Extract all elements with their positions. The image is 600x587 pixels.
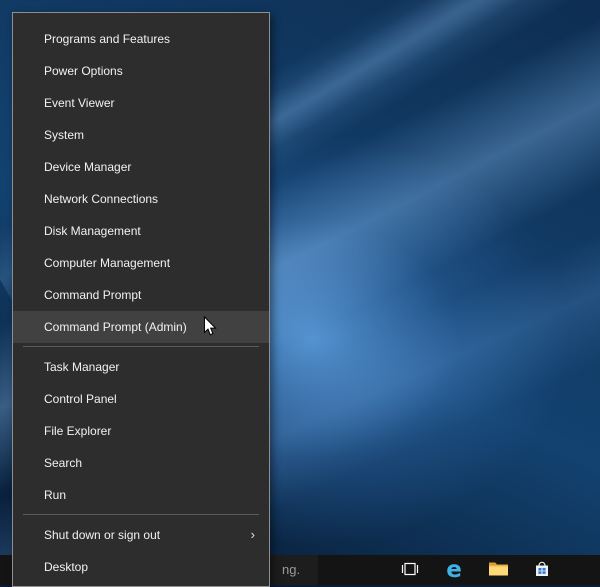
- edge-icon: e: [446, 556, 462, 583]
- menu-item-label: Device Manager: [44, 160, 132, 174]
- menu-item-label: Run: [44, 488, 67, 502]
- menu-item-label: Programs and Features: [44, 32, 171, 46]
- menu-item-label: Control Panel: [44, 392, 117, 406]
- menu-item-label: Computer Management: [44, 256, 171, 270]
- menu-item-file-explorer[interactable]: File Explorer: [13, 415, 269, 447]
- menu-item-search[interactable]: Search: [13, 447, 269, 479]
- menu-item-label: System: [44, 128, 85, 142]
- menu-item-control-panel[interactable]: Control Panel: [13, 383, 269, 415]
- taskbar-search-box[interactable]: ng.: [270, 555, 318, 585]
- file-explorer-icon: [488, 560, 509, 580]
- menu-item-label: Command Prompt: [44, 288, 142, 302]
- store-button[interactable]: [520, 555, 564, 585]
- file-explorer-button[interactable]: [476, 555, 520, 585]
- winx-menu: Programs and Features Power Options Even…: [12, 12, 270, 587]
- menu-item-shut-down-or-sign-out[interactable]: Shut down or sign out ›: [13, 519, 269, 551]
- menu-item-label: Event Viewer: [44, 96, 115, 110]
- menu-item-system[interactable]: System: [13, 119, 269, 151]
- menu-item-task-manager[interactable]: Task Manager: [13, 351, 269, 383]
- taskbar-icons: e: [388, 555, 564, 585]
- task-view-icon: [400, 559, 420, 582]
- menu-item-desktop[interactable]: Desktop: [13, 551, 269, 583]
- menu-item-label: Disk Management: [44, 224, 141, 238]
- menu-item-label: Network Connections: [44, 192, 159, 206]
- menu-item-device-manager[interactable]: Device Manager: [13, 151, 269, 183]
- menu-item-label: Power Options: [44, 64, 123, 78]
- menu-item-label: Search: [44, 456, 83, 470]
- menu-item-network-connections[interactable]: Network Connections: [13, 183, 269, 215]
- menu-item-disk-management[interactable]: Disk Management: [13, 215, 269, 247]
- menu-item-command-prompt-admin[interactable]: Command Prompt (Admin): [13, 311, 269, 343]
- menu-item-run[interactable]: Run: [13, 479, 269, 511]
- menu-item-power-options[interactable]: Power Options: [13, 55, 269, 87]
- menu-item-label: Command Prompt (Admin): [44, 320, 187, 334]
- menu-item-label: Task Manager: [44, 360, 120, 374]
- menu-item-label: Shut down or sign out: [44, 528, 161, 542]
- menu-item-command-prompt[interactable]: Command Prompt: [13, 279, 269, 311]
- edge-button[interactable]: e: [432, 555, 476, 585]
- menu-separator: [23, 514, 259, 515]
- submenu-arrow-icon: ›: [250, 527, 255, 542]
- menu-item-event-viewer[interactable]: Event Viewer: [13, 87, 269, 119]
- menu-item-programs-and-features[interactable]: Programs and Features: [13, 23, 269, 55]
- menu-item-computer-management[interactable]: Computer Management: [13, 247, 269, 279]
- menu-item-label: File Explorer: [44, 424, 112, 438]
- menu-item-label: Desktop: [44, 560, 89, 574]
- menu-separator: [23, 346, 259, 347]
- task-view-button[interactable]: [388, 555, 432, 585]
- store-icon: [532, 559, 552, 582]
